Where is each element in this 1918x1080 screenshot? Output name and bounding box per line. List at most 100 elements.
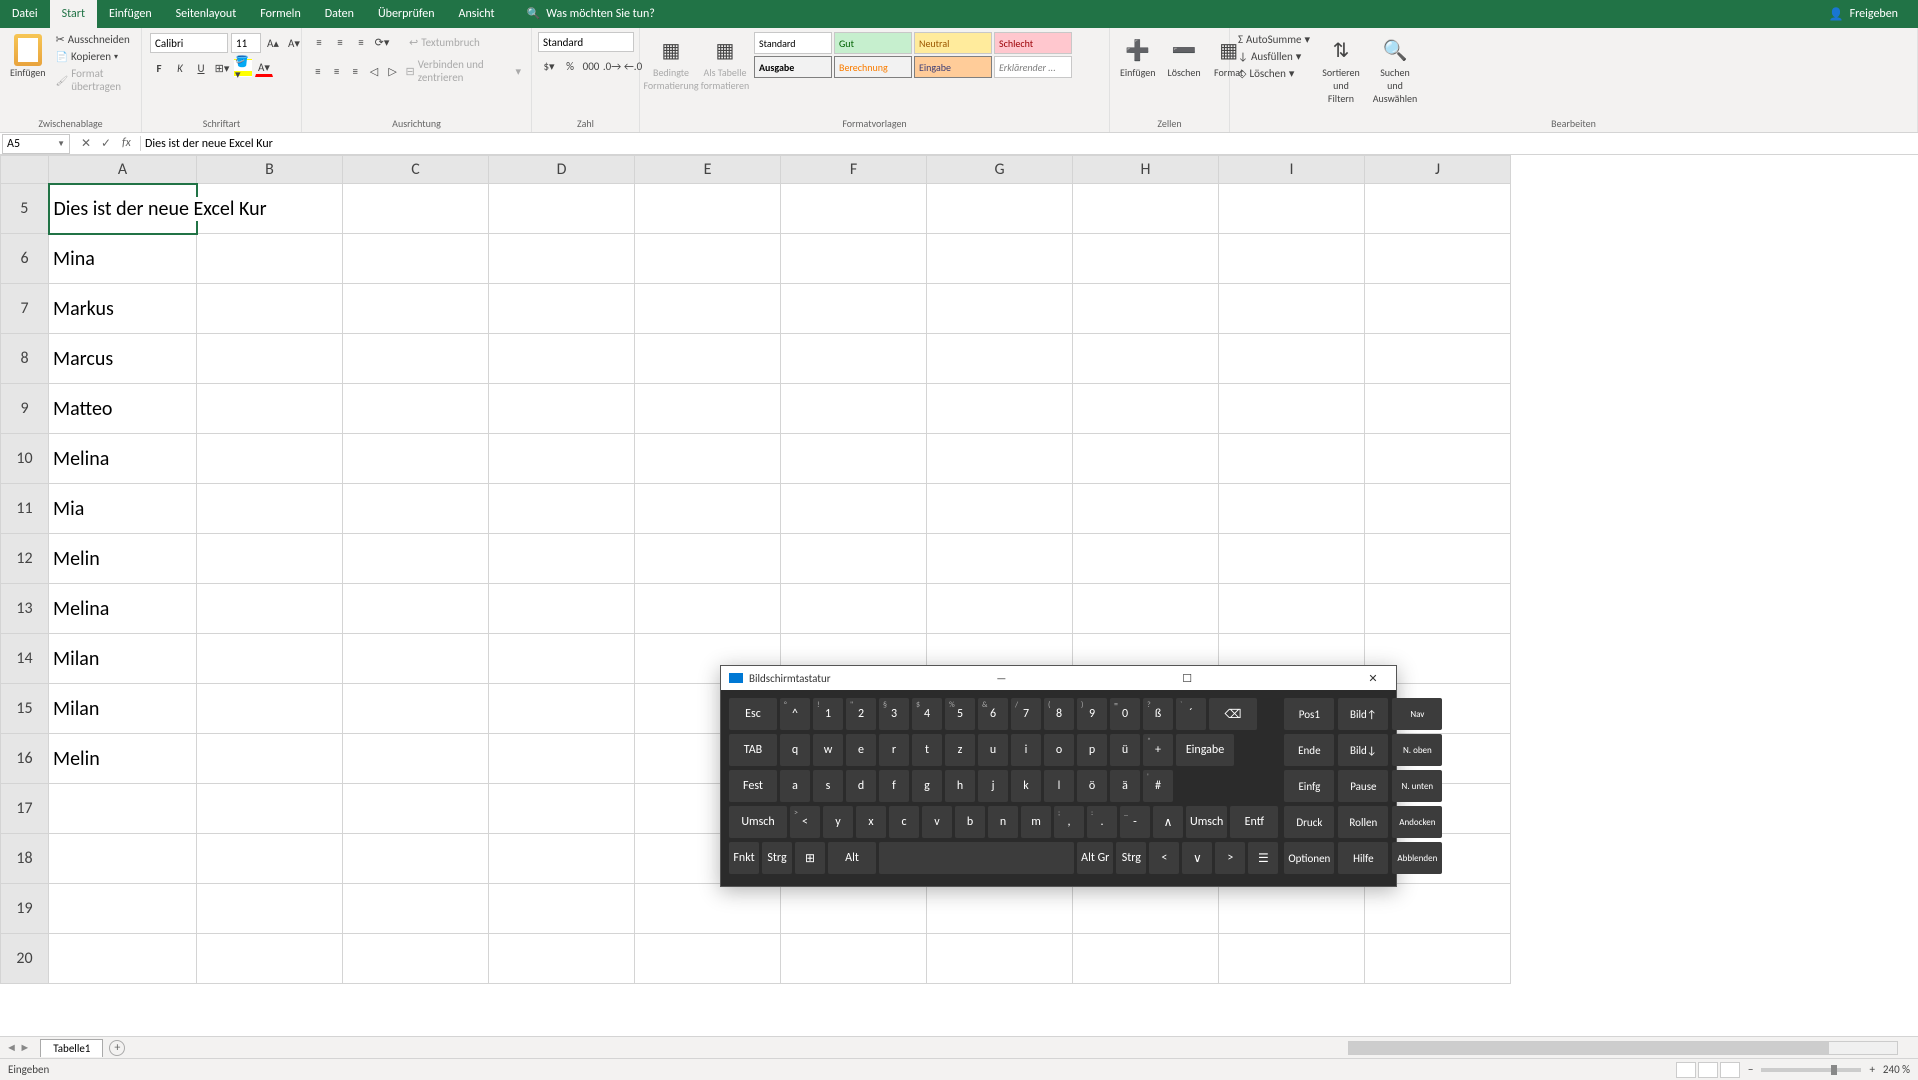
key-u[interactable]: u	[978, 734, 1008, 766]
cell-B11[interactable]	[197, 484, 343, 534]
cell-G19[interactable]	[927, 884, 1073, 934]
cell-D19[interactable]	[489, 884, 635, 934]
key-+[interactable]: *+	[1143, 734, 1173, 766]
key-n[interactable]: n	[988, 806, 1018, 838]
close-button[interactable]: ✕	[1358, 672, 1388, 685]
key-Fnkt[interactable]: Fnkt	[729, 842, 759, 874]
cell-H20[interactable]	[1073, 934, 1219, 984]
ribbon-tab-start[interactable]: Start	[50, 0, 97, 28]
key-r[interactable]: r	[879, 734, 909, 766]
delete-cells-button[interactable]: ➖Löschen	[1164, 32, 1205, 81]
cell-B18[interactable]	[197, 834, 343, 884]
cell-B15[interactable]	[197, 684, 343, 734]
key-5[interactable]: %5	[945, 698, 975, 730]
cell-E20[interactable]	[635, 934, 781, 984]
key-m[interactable]: m	[1021, 806, 1051, 838]
key-Pause[interactable]: Pause	[1338, 770, 1388, 802]
cell-B19[interactable]	[197, 884, 343, 934]
key-b[interactable]: b	[955, 806, 985, 838]
ribbon-tab-ansicht[interactable]: Ansicht	[447, 0, 507, 28]
cell-C12[interactable]	[343, 534, 489, 584]
column-header-D[interactable]: D	[489, 156, 635, 184]
ribbon-tab-seitenlayout[interactable]: Seitenlayout	[164, 0, 249, 28]
key-h[interactable]: h	[945, 770, 975, 802]
align-center-button[interactable]: ≡	[329, 62, 345, 80]
cell-A11[interactable]: Mia	[49, 484, 197, 534]
tell-me-search[interactable]: Was möchten Sie tun?	[527, 7, 655, 21]
key-z[interactable]: z	[945, 734, 975, 766]
autosum-button[interactable]: ΣAutoSumme▾	[1236, 32, 1312, 47]
cell-B8[interactable]	[197, 334, 343, 384]
border-button[interactable]: ⊞▾	[213, 59, 231, 77]
key-Druck[interactable]: Druck	[1284, 806, 1334, 838]
cell-B9[interactable]	[197, 384, 343, 434]
page-layout-view-button[interactable]	[1698, 1062, 1718, 1078]
cell-A6[interactable]: Mina	[49, 234, 197, 284]
cell-C10[interactable]	[343, 434, 489, 484]
cell-I10[interactable]	[1219, 434, 1365, 484]
column-header-C[interactable]: C	[343, 156, 489, 184]
key-Bild↓[interactable]: Bild↓	[1338, 734, 1388, 766]
fill-button[interactable]: ↓Ausfüllen▾	[1236, 49, 1312, 64]
cell-H5[interactable]	[1073, 184, 1219, 234]
row-header-9[interactable]: 9	[1, 384, 49, 434]
percent-button[interactable]: %	[561, 57, 579, 75]
cell-E6[interactable]	[635, 234, 781, 284]
merge-center-button[interactable]: ⊟Verbinden und zentrieren▾	[404, 57, 524, 85]
cell-C8[interactable]	[343, 334, 489, 384]
cell-J8[interactable]	[1365, 334, 1511, 384]
cell-I12[interactable]	[1219, 534, 1365, 584]
minimize-button[interactable]: —	[986, 672, 1016, 685]
cell-A14[interactable]: Milan	[49, 634, 197, 684]
cell-style-eingabe[interactable]: Eingabe	[914, 56, 992, 78]
key-<[interactable]: ><	[790, 806, 820, 838]
row-header-15[interactable]: 15	[1, 684, 49, 734]
cell-F12[interactable]	[781, 534, 927, 584]
key-ä[interactable]: ä	[1110, 770, 1140, 802]
key-Fest[interactable]: Fest	[729, 770, 777, 802]
key-i[interactable]: i	[1011, 734, 1041, 766]
key-2[interactable]: "2	[846, 698, 876, 730]
cell-D14[interactable]	[489, 634, 635, 684]
increase-font-button[interactable]: A▴	[264, 34, 282, 52]
cell-H7[interactable]	[1073, 284, 1219, 334]
cell-styles-gallery[interactable]: StandardGutNeutralSchlechtAusgabeBerechn…	[754, 32, 1084, 78]
ribbon-tab-daten[interactable]: Daten	[313, 0, 366, 28]
key-#[interactable]: '#	[1143, 770, 1173, 802]
key--[interactable]: _-	[1120, 806, 1150, 838]
cell-I9[interactable]	[1219, 384, 1365, 434]
key-∧[interactable]: ∧	[1153, 806, 1183, 838]
cell-I7[interactable]	[1219, 284, 1365, 334]
conditional-formatting-button[interactable]: ▦ Bedingte Formatierung	[646, 32, 696, 94]
share-button[interactable]: 👤 Freigeben	[1829, 7, 1898, 22]
cell-D12[interactable]	[489, 534, 635, 584]
add-sheet-button[interactable]: +	[109, 1040, 125, 1056]
cell-E8[interactable]	[635, 334, 781, 384]
cell-C15[interactable]	[343, 684, 489, 734]
cell-B7[interactable]	[197, 284, 343, 334]
key-N. unten[interactable]: N. unten	[1392, 770, 1442, 802]
font-size-select[interactable]	[231, 33, 261, 53]
cell-H8[interactable]	[1073, 334, 1219, 384]
key-7[interactable]: /7	[1011, 698, 1041, 730]
cell-J11[interactable]	[1365, 484, 1511, 534]
align-left-button[interactable]: ≡	[310, 62, 326, 80]
key-0[interactable]: =0	[1110, 698, 1140, 730]
row-header-11[interactable]: 11	[1, 484, 49, 534]
key-Nav[interactable]: Nav	[1392, 698, 1442, 730]
row-header-20[interactable]: 20	[1, 934, 49, 984]
key-⊞[interactable]: ⊞	[795, 842, 825, 874]
row-header-17[interactable]: 17	[1, 784, 49, 834]
key-space[interactable]	[879, 842, 1074, 874]
cell-J7[interactable]	[1365, 284, 1511, 334]
key-d[interactable]: d	[846, 770, 876, 802]
cell-H6[interactable]	[1073, 234, 1219, 284]
cancel-edit-button[interactable]: ✕	[76, 136, 96, 151]
zoom-level[interactable]: 240 %	[1883, 1063, 1910, 1076]
key-o[interactable]: o	[1044, 734, 1074, 766]
key-1[interactable]: !1	[813, 698, 843, 730]
cell-E9[interactable]	[635, 384, 781, 434]
cell-D11[interactable]	[489, 484, 635, 534]
cell-A15[interactable]: Milan	[49, 684, 197, 734]
key-y[interactable]: y	[823, 806, 853, 838]
